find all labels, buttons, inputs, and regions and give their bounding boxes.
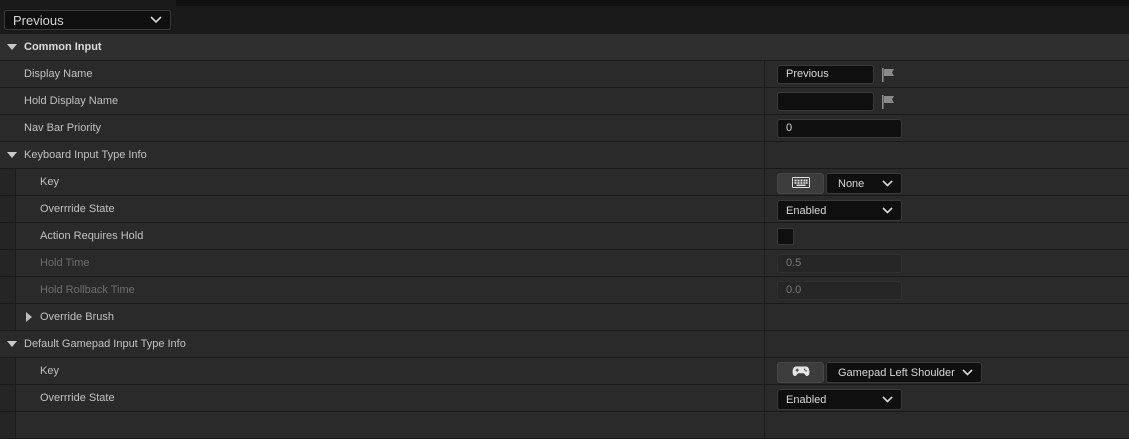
chevron-down-icon — [150, 16, 162, 24]
dropdown-value: None — [838, 177, 865, 190]
nav-bar-priority-field[interactable]: 0 — [777, 119, 902, 138]
column-divider[interactable] — [764, 169, 765, 195]
triangle-down-icon[interactable] — [5, 331, 19, 357]
property-row-action-requires-hold: Action Requires Hold — [0, 223, 1129, 250]
triangle-right-icon[interactable] — [22, 304, 36, 330]
property-row-gamepad-override-state: Overrride State Enabled — [0, 385, 1129, 412]
property-row-partial — [0, 412, 1129, 439]
details-toolbar: Previous — [0, 0, 1129, 35]
property-label: Overrride State — [40, 392, 115, 404]
key-selector-button[interactable] — [777, 362, 824, 383]
dropdown-value: Gamepad Left Shoulder — [838, 366, 955, 379]
column-divider[interactable] — [764, 385, 765, 411]
category-label: Common Input — [24, 41, 102, 53]
gamepad-override-state-dropdown[interactable]: Enabled — [777, 389, 902, 410]
column-divider[interactable] — [764, 88, 765, 114]
property-row-keyboard-key: Key None — [0, 169, 1129, 196]
property-row-hold-display-name: Hold Display Name — [0, 88, 1129, 115]
gamepad-icon — [792, 365, 810, 380]
flag-icon[interactable] — [880, 94, 896, 110]
action-requires-hold-checkbox[interactable] — [777, 228, 794, 245]
property-label: Key — [40, 365, 59, 377]
hold-display-name-field[interactable] — [777, 92, 874, 111]
indent-gutter — [0, 385, 16, 411]
gamepad-key-dropdown[interactable]: Gamepad Left Shoulder — [826, 362, 982, 383]
column-divider[interactable] — [764, 196, 765, 222]
property-label: Overrride State — [40, 203, 115, 215]
indent-gutter — [0, 358, 16, 384]
key-selector-button[interactable] — [777, 173, 824, 194]
indent-gutter — [0, 277, 16, 303]
triangle-down-icon[interactable] — [5, 142, 19, 168]
struct-keyboard-input-type-info[interactable]: Keyboard Input Type Info — [0, 142, 1129, 169]
property-label: Nav Bar Priority — [24, 122, 102, 134]
column-divider[interactable] — [764, 331, 765, 357]
column-divider[interactable] — [764, 304, 765, 330]
flag-icon[interactable] — [880, 67, 896, 83]
chevron-down-icon — [962, 369, 973, 376]
toolbar-strip — [176, 0, 1129, 6]
property-row-keyboard-override-state: Overrride State Enabled — [0, 196, 1129, 223]
column-divider[interactable] — [764, 61, 765, 87]
column-divider[interactable] — [764, 277, 765, 303]
property-label: Action Requires Hold — [40, 230, 144, 242]
property-row-gamepad-key: Key Gamepad Left Shoulder — [0, 358, 1129, 385]
property-label: Override Brush — [40, 311, 114, 323]
column-divider[interactable] — [764, 115, 765, 141]
hold-time-field: 0.5 — [777, 254, 902, 273]
property-label: Keyboard Input Type Info — [24, 149, 147, 161]
chevron-down-icon — [882, 207, 893, 214]
indent-gutter — [0, 304, 16, 330]
property-label: Display Name — [24, 68, 93, 80]
column-divider[interactable] — [764, 142, 765, 168]
chevron-down-icon — [882, 396, 893, 403]
indent-gutter — [0, 250, 16, 276]
property-row-hold-rollback-time: Hold Rollback Time 0.0 — [0, 277, 1129, 304]
dropdown-value: Enabled — [786, 393, 827, 406]
keyboard-override-state-dropdown[interactable]: Enabled — [777, 200, 902, 221]
property-label: Hold Display Name — [24, 95, 119, 107]
chevron-down-icon — [882, 180, 893, 187]
property-label: Hold Time — [40, 257, 90, 269]
category-common-input[interactable]: Common Input — [0, 34, 1129, 61]
column-divider[interactable] — [764, 358, 765, 384]
hold-rollback-time-field: 0.0 — [777, 281, 902, 300]
triangle-down-icon[interactable] — [5, 34, 19, 60]
dropdown-value: Enabled — [786, 204, 827, 217]
property-row-hold-time: Hold Time 0.5 — [0, 250, 1129, 277]
property-label: Hold Rollback Time — [40, 284, 135, 296]
property-label: Key — [40, 176, 59, 188]
property-row-display-name: Display Name Previous — [0, 61, 1129, 88]
indent-gutter — [0, 196, 16, 222]
keyboard-icon — [791, 176, 810, 191]
indent-gutter — [0, 169, 16, 195]
column-divider[interactable] — [764, 250, 765, 276]
struct-default-gamepad-input-type-info[interactable]: Default Gamepad Input Type Info — [0, 331, 1129, 358]
property-row-nav-bar-priority: Nav Bar Priority 0 — [0, 115, 1129, 142]
column-divider[interactable] — [764, 223, 765, 249]
asset-selector-value: Previous — [13, 12, 64, 28]
property-label: Default Gamepad Input Type Info — [24, 338, 186, 350]
struct-override-brush[interactable]: Override Brush — [0, 304, 1129, 331]
asset-selector-dropdown[interactable]: Previous — [4, 10, 171, 30]
display-name-field[interactable]: Previous — [777, 65, 874, 84]
indent-gutter — [0, 223, 16, 249]
keyboard-key-dropdown[interactable]: None — [826, 173, 902, 194]
